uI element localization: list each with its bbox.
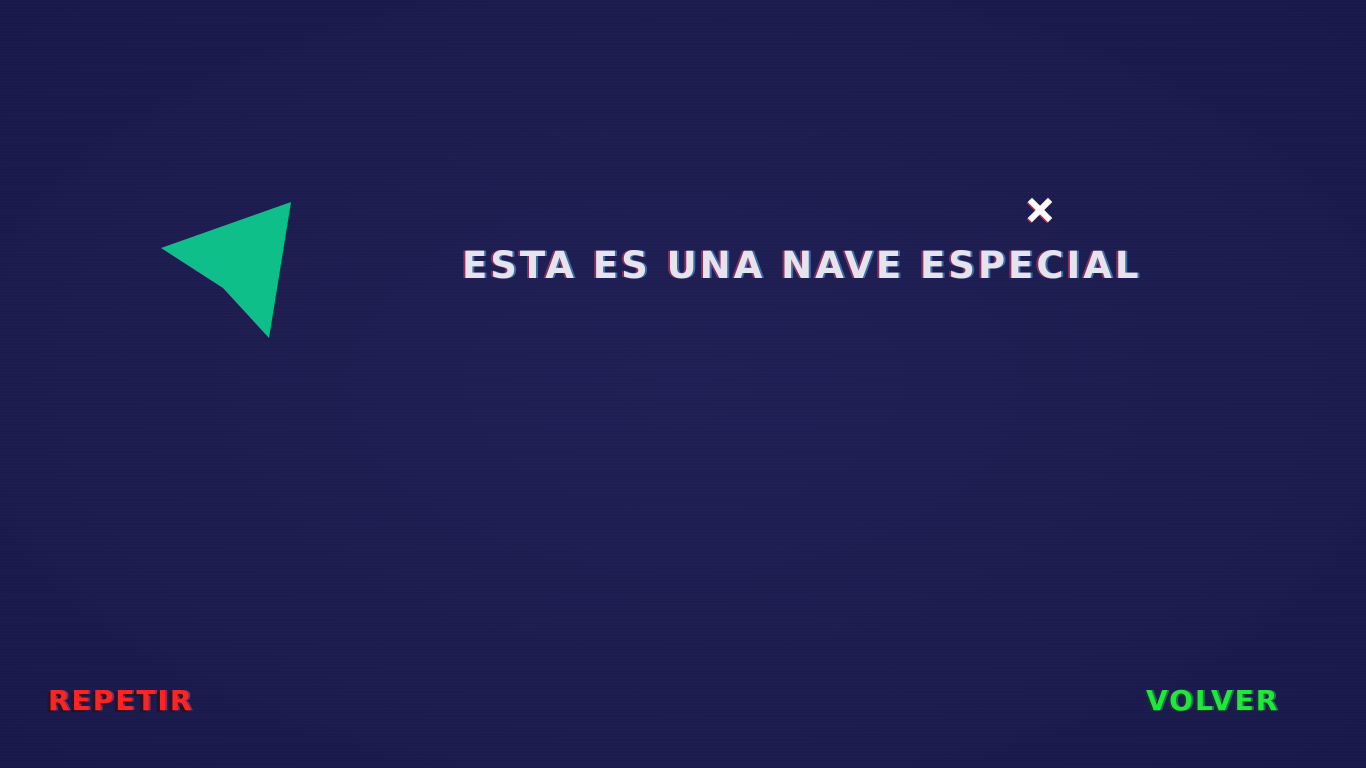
- arrow-ship-icon: [161, 202, 291, 338]
- back-button[interactable]: VOLVER: [1146, 684, 1279, 717]
- scanline-overlay: [0, 0, 1366, 768]
- game-screen: { "scene": { "background_color": "#1c1c4…: [0, 0, 1366, 768]
- repeat-button[interactable]: REPETIR: [48, 684, 193, 717]
- ship-shape: [161, 202, 291, 338]
- close-icon[interactable]: [1024, 194, 1056, 226]
- ship-description-text: ESTA ES UNA NAVE ESPECIAL: [462, 244, 1142, 287]
